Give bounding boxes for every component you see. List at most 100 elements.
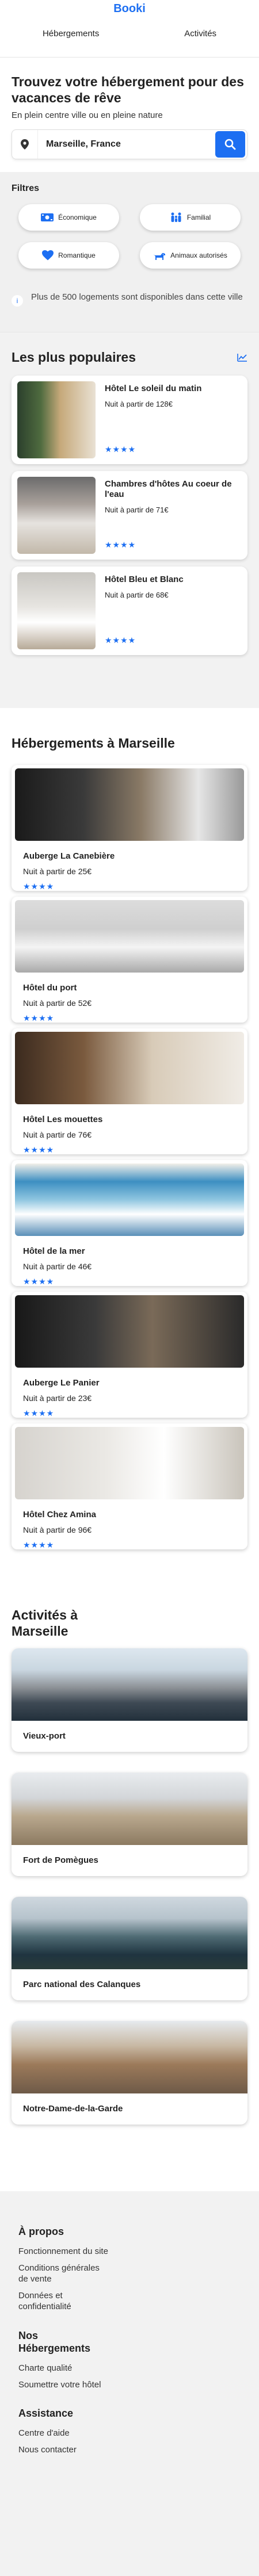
popular-section: Les plus populaires Hôtel Le soleil du m… [0, 332, 259, 708]
dog-icon [154, 253, 166, 260]
availability-info: i Plus de 500 logements sont disponibles… [12, 292, 247, 307]
filter-label: Romantique [58, 251, 96, 259]
nav-activites[interactable]: Activités [178, 29, 222, 39]
footer-heading: Assistance [18, 2407, 74, 2419]
hotel-price: Nuit à partir de 25€ [23, 867, 92, 876]
rating-stars: ★★★★ [23, 1013, 55, 1023]
footer-link[interactable]: Données et confidentialité [18, 2290, 111, 2312]
trend-chart-icon [237, 353, 247, 362]
footer-link[interactable]: Charte qualité [18, 2363, 111, 2374]
hotel-card[interactable]: Hôtel du port Nuit à partir de 52€ ★★★★ [12, 897, 247, 1023]
activity-card[interactable]: Notre-Dame-de-la-Garde [12, 2021, 247, 2125]
info-icon: i [12, 295, 23, 307]
footer-heading: À propos [18, 2226, 64, 2237]
filter-label: Familial [186, 213, 211, 221]
hotel-price: Nuit à partir de 68€ [105, 591, 169, 599]
hotel-name: Hôtel Le soleil du matin [105, 384, 202, 393]
hotel-photo [15, 768, 244, 841]
search-button[interactable] [215, 131, 245, 158]
logo[interactable]: Booki [0, 2, 259, 16]
activity-photo [12, 1648, 247, 1721]
site-header: Booki Hébergements Activités [0, 0, 259, 58]
hotel-card[interactable]: Auberge La Canebière Nuit à partir de 25… [12, 765, 247, 891]
popular-header: Les plus populaires [12, 350, 247, 365]
hotel-name: Hôtel du port [23, 983, 77, 993]
hotel-card[interactable]: Hôtel de la mer Nuit à partir de 46€ ★★★… [12, 1160, 247, 1286]
filter-romantique[interactable]: Romantique [18, 242, 119, 269]
hotel-card[interactable]: Auberge Le Panier Nuit à partir de 23€ ★… [12, 1292, 247, 1418]
rating-stars: ★★★★ [23, 1540, 55, 1549]
hotel-name: Auberge Le Panier [23, 1378, 100, 1388]
footer-link[interactable]: Centre d'aide [18, 2428, 111, 2439]
filters-section: Filtres Économique Familial Romantique A… [0, 172, 259, 332]
hotel-card[interactable]: Hôtel Chez Amina Nuit à partir de 96€ ★★… [12, 1423, 247, 1549]
filter-economique[interactable]: Économique [18, 204, 119, 231]
hotel-name: Hôtel Bleu et Blanc [105, 575, 184, 584]
hotel-photo [17, 477, 96, 554]
hotel-price: Nuit à partir de 128€ [105, 400, 173, 408]
hotel-name: Chambres d'hôtes Au coeur de l'eau [105, 479, 232, 499]
hotel-photo [15, 1032, 244, 1104]
activity-photo [12, 2021, 247, 2093]
popular-card[interactable]: Hôtel Le soleil du matin Nuit à partir d… [12, 376, 247, 464]
hotel-photo [17, 381, 96, 458]
search-input[interactable] [37, 130, 215, 159]
filter-chips: Économique Familial Romantique Animaux a… [12, 204, 247, 269]
hotel-price: Nuit à partir de 71€ [105, 506, 169, 514]
filter-label: Économique [58, 213, 97, 221]
search-section: Trouvez votre hébergement pour des vacan… [0, 58, 259, 172]
activity-name: Notre-Dame-de-la-Garde [23, 2104, 123, 2114]
hotel-photo [17, 572, 96, 649]
activities-section: Activités à Marseille Vieux-port Fort de… [0, 1567, 259, 2157]
hotels-title: Hébergements à Marseille [12, 736, 175, 751]
popular-card[interactable]: Hôtel Bleu et Blanc Nuit à partir de 68€… [12, 567, 247, 655]
filters-title: Filtres [12, 183, 40, 193]
activity-photo [12, 1897, 247, 1969]
rating-stars: ★★★★ [105, 540, 136, 549]
hotel-name: Hôtel Chez Amina [23, 1510, 96, 1519]
location-pin-icon [12, 139, 37, 150]
hotel-price: Nuit à partir de 96€ [23, 1525, 92, 1534]
page-title: Trouvez votre hébergement pour des vacan… [12, 74, 244, 105]
footer-col-assistance: Assistance Centre d'aide Nous contacter [18, 2407, 241, 2455]
hotel-photo [15, 1163, 244, 1236]
filter-familial[interactable]: Familial [140, 204, 241, 231]
search-bar [12, 129, 247, 159]
hotel-photo [15, 1427, 244, 1499]
hotel-price: Nuit à partir de 76€ [23, 1130, 92, 1139]
nav-hebergements[interactable]: Hébergements [37, 29, 105, 39]
hotel-photo [15, 900, 244, 973]
activity-name: Parc national des Calanques [23, 1980, 141, 1989]
footer-link[interactable]: Soumettre votre hôtel [18, 2379, 111, 2390]
hotel-card[interactable]: Hôtel Les mouettes Nuit à partir de 76€ … [12, 1028, 247, 1154]
activity-card[interactable]: Vieux-port [12, 1648, 247, 1752]
hotel-name: Hôtel Les mouettes [23, 1115, 103, 1124]
footer-link[interactable]: Conditions générales de vente [18, 2263, 111, 2284]
activity-name: Fort de Pomègues [23, 1855, 98, 1865]
footer-link[interactable]: Nous contacter [18, 2444, 111, 2455]
filter-animaux[interactable]: Animaux autorisés [140, 242, 241, 269]
heart-icon [42, 250, 54, 261]
activity-name: Vieux-port [23, 1731, 66, 1741]
popular-title: Les plus populaires [12, 350, 136, 365]
hotel-name: Auberge La Canebière [23, 851, 115, 861]
footer-link[interactable]: Fonctionnement du site [18, 2246, 111, 2257]
rating-stars: ★★★★ [105, 636, 136, 645]
activity-photo [12, 1773, 247, 1845]
info-text: Plus de 500 logements sont disponibles d… [31, 292, 243, 302]
rating-stars: ★★★★ [105, 445, 136, 454]
hotels-section: Hébergements à Marseille Auberge La Cane… [0, 708, 259, 1567]
activity-card[interactable]: Parc national des Calanques [12, 1897, 247, 2000]
family-icon [171, 212, 181, 222]
activity-card[interactable]: Fort de Pomègues [12, 1773, 247, 1876]
money-icon [41, 213, 54, 221]
footer-col-about: À propos Fonctionnement du site Conditio… [18, 2226, 241, 2312]
rating-stars: ★★★★ [23, 882, 55, 891]
footer-col-hebergements: Nos Hébergements Charte qualité Soumettr… [18, 2329, 241, 2390]
page-subtitle: En plein centre ville ou en pleine natur… [12, 110, 163, 120]
main-nav: Hébergements Activités [0, 29, 259, 39]
hotel-name: Hôtel de la mer [23, 1246, 85, 1256]
rating-stars: ★★★★ [23, 1277, 55, 1286]
site-footer: À propos Fonctionnement du site Conditio… [0, 2191, 259, 2576]
popular-card[interactable]: Chambres d'hôtes Au coeur de l'eau Nuit … [12, 471, 247, 560]
